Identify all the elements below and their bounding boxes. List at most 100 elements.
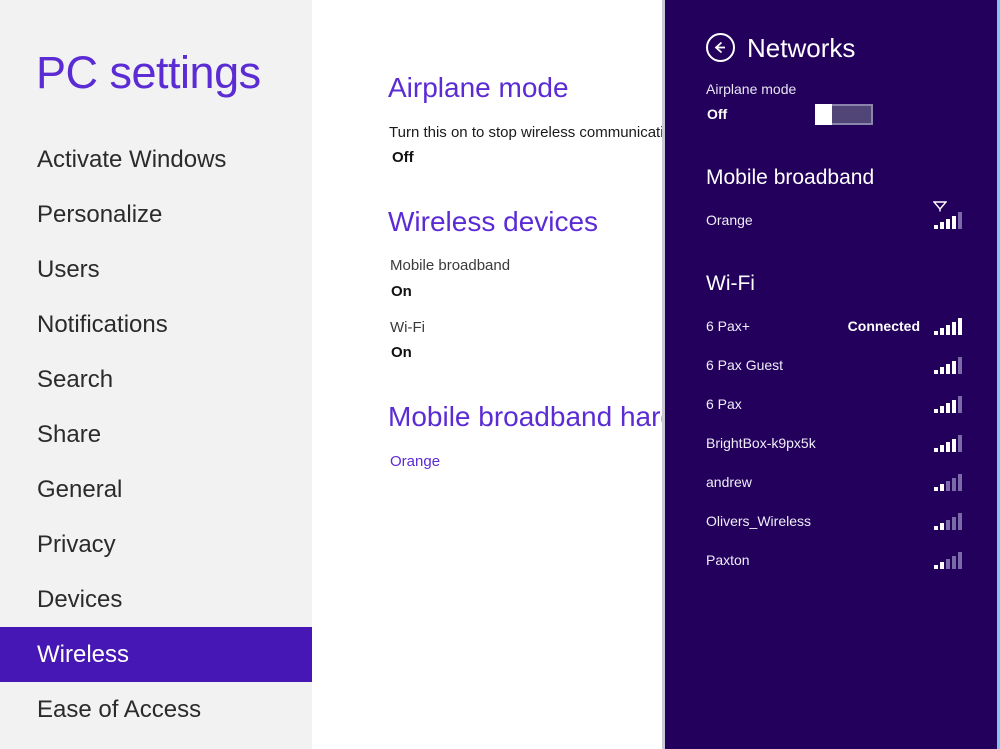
signal-bar <box>934 224 938 229</box>
wifi-network-row[interactable]: BrightBox-k9px5k <box>706 428 962 458</box>
wifi-network-row[interactable]: Paxton <box>706 545 962 575</box>
wifi-label: Wi-Fi <box>390 319 425 336</box>
sidebar-nav-list: Activate Windows Personalize Users Notifica… <box>0 132 312 749</box>
sidebar-item-privacy[interactable]: Privacy <box>0 517 312 572</box>
signal-bar <box>952 360 956 374</box>
network-name: Olivers_Wireless <box>706 513 812 529</box>
wifi-signal-icon <box>934 395 962 413</box>
flyout-airplane-mode-state: Off <box>707 106 728 122</box>
signal-bar <box>940 483 944 491</box>
sidebar-item-label: Activate Windows <box>37 145 227 173</box>
sidebar-item-general[interactable]: General <box>0 462 312 517</box>
signal-bar <box>934 330 938 335</box>
sidebar-item-label: Personalize <box>37 200 163 228</box>
wireless-devices-heading: Wireless devices <box>388 206 599 237</box>
network-status: Connected <box>847 318 920 334</box>
signal-bar <box>940 561 944 569</box>
back-arrow-icon[interactable] <box>706 33 735 62</box>
signal-bar <box>946 218 950 229</box>
sidebar-item-wireless[interactable]: Wireless <box>0 627 312 682</box>
sidebar-item-label: Wireless <box>37 640 130 668</box>
page-title: PC settings <box>36 47 261 98</box>
airplane-mode-state: Off <box>392 149 414 166</box>
sidebar-item-label: Privacy <box>37 530 116 558</box>
networks-title: Networks <box>747 32 856 63</box>
sidebar-item-label: Users <box>37 255 100 283</box>
sidebar-item-share[interactable]: Share <box>0 407 312 462</box>
airplane-mode-heading: Airplane mode <box>388 72 569 103</box>
sidebar-item-label: Notifications <box>37 310 168 338</box>
network-name: 6 Pax Guest <box>706 357 784 373</box>
sidebar-item-search[interactable]: Search <box>0 352 312 407</box>
signal-bar <box>946 558 950 569</box>
sidebar-item-users[interactable]: Users <box>0 242 312 297</box>
signal-bar <box>958 551 962 569</box>
signal-bar <box>958 512 962 530</box>
wifi-network-row[interactable]: Olivers_Wireless <box>706 506 962 536</box>
settings-sidebar: PC settings Activate Windows Personalize U… <box>0 0 312 749</box>
mobile-broadband-hardware-heading: Mobile broadband hardw <box>388 401 697 432</box>
airplane-mode-description: Turn this on to stop wireless communicat… <box>389 124 672 141</box>
signal-bar <box>946 402 950 413</box>
roaming-antenna-icon <box>933 200 947 211</box>
sidebar-item-ease-of-access[interactable]: Ease of Access <box>0 682 312 737</box>
signal-bar <box>958 434 962 452</box>
wifi-signal-icon <box>934 473 962 491</box>
signal-bar <box>940 522 944 530</box>
signal-bar <box>946 441 950 452</box>
signal-bar <box>940 366 944 374</box>
signal-bar <box>946 324 950 335</box>
signal-bar <box>940 221 944 229</box>
wifi-signal-icon <box>934 512 962 530</box>
signal-bar <box>946 363 950 374</box>
signal-bar <box>958 211 962 229</box>
signal-bar <box>952 399 956 413</box>
signal-bar <box>958 473 962 491</box>
network-name: andrew <box>706 474 752 490</box>
signal-bar <box>952 477 956 491</box>
sidebar-item-activate-windows[interactable]: Activate Windows <box>0 132 312 187</box>
network-name: Orange <box>706 212 753 228</box>
pc-settings-screen: PC settings Activate Windows Personalize U… <box>0 0 1000 749</box>
signal-bar <box>952 516 956 530</box>
mobile-broadband-network-row[interactable]: Orange <box>706 200 962 235</box>
wifi-network-row[interactable]: 6 Pax Guest <box>706 350 962 380</box>
signal-bar <box>958 317 962 335</box>
wifi-state: On <box>391 344 412 361</box>
sidebar-item-sync-your-settings[interactable]: Sync your settings <box>0 737 312 749</box>
toggle-thumb <box>815 104 832 125</box>
networks-header: Networks <box>706 33 855 62</box>
signal-bar <box>958 356 962 374</box>
flyout-airplane-mode-label: Airplane mode <box>706 81 797 97</box>
signal-bar <box>940 444 944 452</box>
signal-bar <box>952 215 956 229</box>
signal-bar <box>952 555 956 569</box>
sidebar-item-personalize[interactable]: Personalize <box>0 187 312 242</box>
flyout-airplane-mode-toggle[interactable] <box>815 104 873 125</box>
sidebar-item-label: General <box>37 475 123 503</box>
sidebar-item-notifications[interactable]: Notifications <box>0 297 312 352</box>
mobile-broadband-state: On <box>391 283 412 300</box>
network-name: 6 Pax+ <box>706 318 750 334</box>
signal-bar <box>952 438 956 452</box>
sidebar-item-label: Search <box>37 365 114 393</box>
signal-bar <box>934 369 938 374</box>
signal-bar <box>958 395 962 413</box>
wifi-network-row[interactable]: 6 Pax+ Connected <box>706 311 962 341</box>
wifi-signal-icon <box>934 551 962 569</box>
networks-flyout: Networks Airplane mode Off Mobile broadb… <box>662 0 1000 749</box>
network-name: Paxton <box>706 552 750 568</box>
signal-bar <box>952 321 956 335</box>
wifi-network-row[interactable]: 6 Pax <box>706 389 962 419</box>
signal-bar <box>946 480 950 491</box>
signal-bar <box>934 525 938 530</box>
wifi-network-row[interactable]: andrew <box>706 467 962 497</box>
sidebar-item-label: Devices <box>37 585 123 613</box>
network-name: BrightBox-k9px5k <box>706 435 816 451</box>
sidebar-item-devices[interactable]: Devices <box>0 572 312 627</box>
sidebar-item-label: Share <box>37 420 102 448</box>
wifi-signal-icon <box>934 356 962 374</box>
signal-bar <box>946 519 950 530</box>
mobile-broadband-operator-link[interactable]: Orange <box>390 453 440 470</box>
signal-bar <box>934 564 938 569</box>
